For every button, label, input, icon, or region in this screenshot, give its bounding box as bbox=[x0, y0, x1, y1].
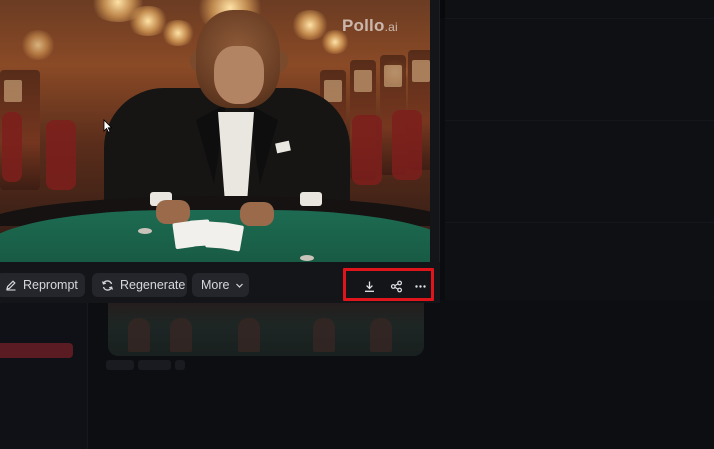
previous-generation-thumbnail[interactable] bbox=[108, 300, 424, 356]
right-panel bbox=[445, 0, 714, 300]
generation-card: Pollo.ai Reprompt Regenerate More bbox=[0, 0, 440, 303]
chevron-down-icon bbox=[236, 283, 244, 288]
reprompt-button[interactable]: Reprompt bbox=[0, 273, 85, 297]
previous-reprompt-chip[interactable]: ​ bbox=[106, 360, 135, 370]
pencil-icon bbox=[6, 280, 16, 291]
mouse-cursor-icon bbox=[103, 119, 113, 133]
left-sidebar bbox=[0, 300, 88, 449]
regenerate-label: Regenerate bbox=[120, 278, 186, 292]
previous-regenerate-chip[interactable]: ​ bbox=[138, 360, 171, 370]
app-window: ​ ​ ​ bbox=[0, 0, 714, 449]
create-button-partial[interactable] bbox=[0, 343, 73, 358]
previous-generation-actions: ​ ​ ​ bbox=[106, 360, 185, 370]
generated-video-preview[interactable]: Pollo.ai bbox=[0, 0, 430, 262]
refresh-icon bbox=[102, 279, 113, 291]
reprompt-label: Reprompt bbox=[23, 278, 78, 292]
more-dropdown-button[interactable]: More bbox=[192, 273, 249, 297]
more-label: More bbox=[201, 278, 230, 292]
previous-more-chip[interactable]: ​ bbox=[174, 360, 185, 370]
regenerate-button[interactable]: Regenerate bbox=[92, 273, 187, 297]
actions-highlight-box bbox=[343, 268, 434, 301]
pollo-ai-watermark: Pollo.ai bbox=[342, 16, 398, 35]
